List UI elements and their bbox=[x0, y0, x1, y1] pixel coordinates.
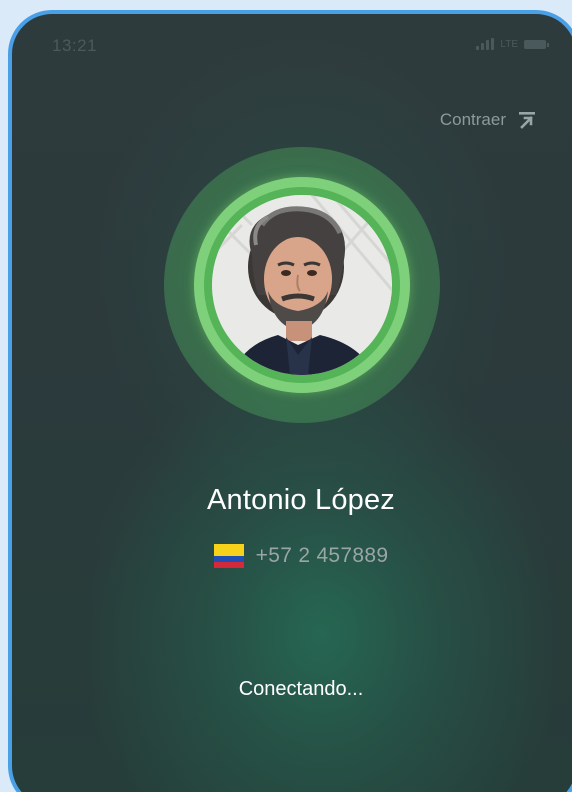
collapse-label: Contraer bbox=[439, 110, 506, 129]
battery-icon bbox=[524, 39, 549, 49]
call-status: Conectando... bbox=[238, 678, 364, 700]
avatar-rings bbox=[164, 147, 440, 423]
collapse-button[interactable]: Contraer bbox=[440, 110, 536, 130]
contact-phone-row: +57 2 457889 bbox=[12, 544, 572, 568]
status-time: 13:21 bbox=[52, 36, 98, 55]
phone-frame: 13:21 LTE Contraer Antonio López +57 2 4… bbox=[8, 10, 572, 792]
status-bar: 13:21 LTE bbox=[12, 14, 572, 74]
status-indicators: LTE bbox=[476, 38, 549, 50]
network-label: LTE bbox=[500, 38, 518, 50]
contact-name: Antonio López bbox=[206, 484, 396, 516]
signal-icon bbox=[476, 38, 495, 50]
avatar-photo bbox=[212, 195, 392, 375]
page: 13:21 LTE Contraer Antonio López +57 2 4… bbox=[0, 0, 572, 792]
colombia-flag-icon bbox=[213, 544, 244, 568]
contact-phone-number: +57 2 457889 bbox=[255, 544, 389, 567]
contact-avatar bbox=[212, 195, 392, 375]
arrow-up-to-line-icon bbox=[519, 112, 535, 129]
